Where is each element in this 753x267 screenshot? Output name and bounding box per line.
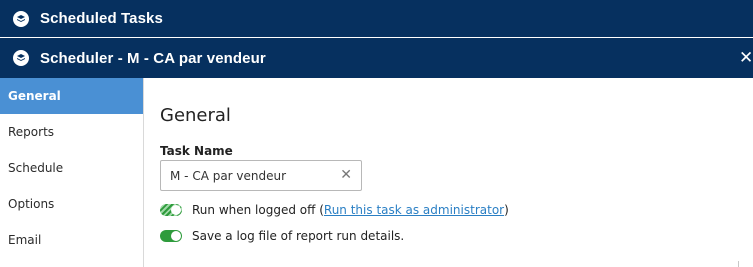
inner-window-title: Scheduler - M - CA par vendeur — [40, 49, 266, 67]
resize-handle[interactable] — [738, 261, 739, 267]
inner-titlebar: Scheduler - M - CA par vendeur ✕ — [0, 38, 753, 78]
task-name-label: Task Name — [160, 144, 233, 158]
layers-icon — [13, 10, 29, 27]
task-name-input[interactable] — [161, 161, 331, 190]
toggle-knob — [171, 205, 181, 215]
toggle-knob — [171, 231, 181, 241]
run-logged-off-row: Run when logged off (Run this task as ad… — [160, 203, 753, 217]
run-logged-off-toggle[interactable] — [160, 204, 182, 216]
sidebar-item-reports[interactable]: Reports — [0, 114, 143, 150]
section-heading: General — [160, 105, 231, 126]
save-log-toggle[interactable] — [160, 230, 182, 242]
run-logged-off-label: Run when logged off — [192, 203, 316, 217]
save-log-label: Save a log file of report run details. — [192, 229, 405, 243]
sidebar-item-options[interactable]: Options — [0, 186, 143, 222]
save-log-row: Save a log file of report run details. — [160, 229, 753, 243]
sidebar: General Reports Schedule Options Email — [0, 78, 144, 267]
paren-close: ) — [504, 203, 509, 217]
layers-icon — [13, 50, 29, 66]
task-name-field-wrapper: ✕ — [160, 160, 362, 191]
sidebar-item-schedule[interactable]: Schedule — [0, 150, 143, 186]
outer-titlebar: Scheduled Tasks — [0, 0, 753, 37]
sidebar-item-email[interactable]: Email — [0, 222, 143, 258]
general-panel: General Task Name ✕ Run when logged off … — [160, 78, 753, 243]
clear-icon[interactable]: ✕ — [340, 166, 352, 183]
close-icon[interactable]: ✕ — [739, 47, 753, 69]
run-as-admin-link[interactable]: Run this task as administrator — [324, 203, 504, 217]
outer-window-title: Scheduled Tasks — [40, 10, 163, 27]
sidebar-item-general[interactable]: General — [0, 78, 143, 114]
